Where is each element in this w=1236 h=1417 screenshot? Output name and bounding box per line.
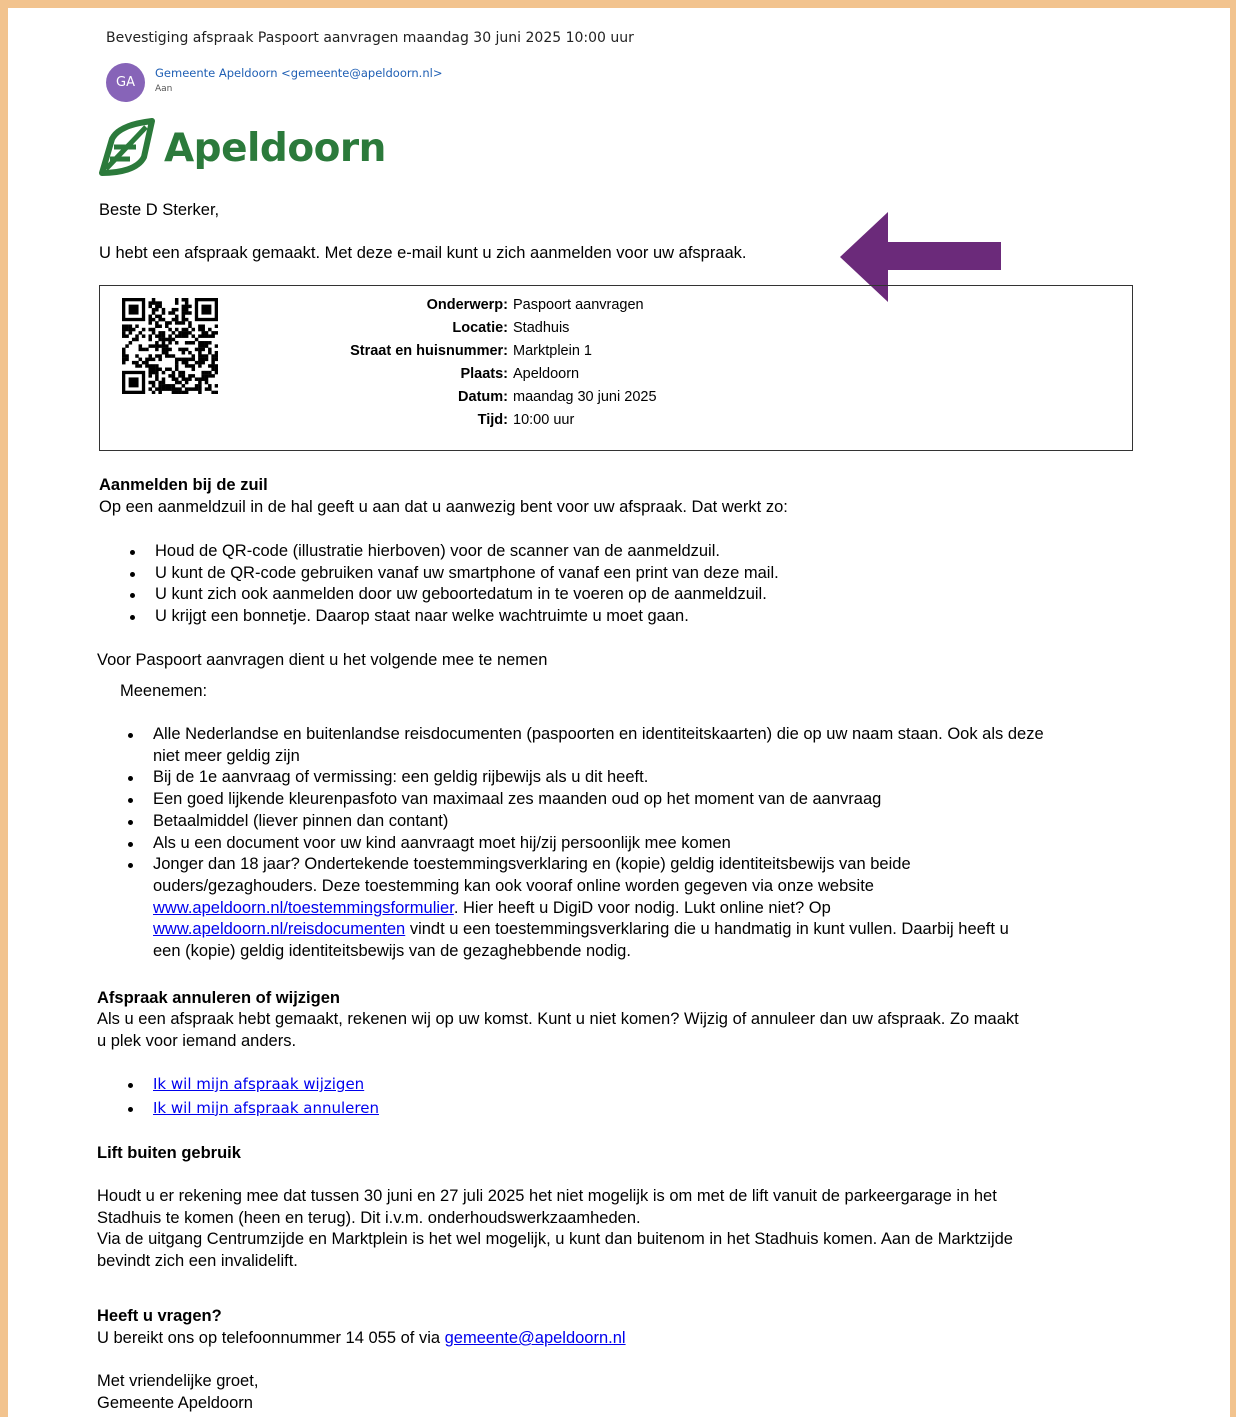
intro-text: U hebt een afspraak gemaakt. Met deze e-… (99, 244, 747, 262)
detail-label: Locatie: (452, 320, 508, 336)
item-text: vindt u een toestemmingsverklaring die u… (405, 920, 1009, 939)
lift-text-line2: Stadhuis te komen (heen en terug). Dit i… (97, 1209, 641, 1227)
cancel-text-line2: u plek voor iemand anders. (97, 1032, 297, 1050)
email-subject: Bevestiging afspraak Paspoort aanvragen … (106, 30, 634, 46)
bring-label: Meenemen: (120, 682, 208, 700)
travel-documents-link[interactable]: www.apeldoorn.nl/reisdocumenten (153, 920, 405, 938)
list-item: Als u een document voor uw kind aanvraag… (128, 833, 1153, 855)
list-item: U kunt zich ook aanmelden door uw geboor… (130, 584, 779, 606)
detail-value: Stadhuis (513, 320, 570, 336)
list-item: U kunt de QR-code gebruiken vanaf uw sma… (130, 563, 779, 585)
item-text: ouders/gezaghouders. Deze toestemming ka… (153, 876, 874, 895)
detail-label: Datum: (458, 389, 508, 405)
checkin-heading: Aanmelden bij de zuil (99, 476, 268, 494)
cancel-heading: Afspraak annuleren of wijzigen (97, 989, 340, 1007)
bring-items: Alle Nederlandse en buitenlandse reisdoc… (128, 724, 1153, 963)
item-text: een (kopie) geldig identiteitsbewijs van… (153, 942, 631, 961)
lift-text-line1: Houdt u er rekening mee dat tussen 30 ju… (97, 1187, 997, 1205)
contact-email-link[interactable]: gemeente@apeldoorn.nl (445, 1329, 626, 1347)
item-text: . Hier heeft u DigiD voor nodig. Lukt on… (453, 898, 831, 917)
list-item: Alle Nederlandse en buitenlandse reisdoc… (128, 724, 1153, 767)
detail-label: Tijd: (477, 412, 508, 428)
change-appointment-link[interactable]: Ik wil mijn afspraak wijzigen (153, 1075, 364, 1093)
list-item: U krijgt een bonnetje. Daarop staat naar… (130, 606, 779, 628)
list-item: Bij de 1e aanvraag of vermissing: een ge… (128, 767, 1153, 789)
list-item: Ik wil mijn afspraak annuleren (128, 1098, 379, 1120)
list-item: Jonger dan 18 jaar? Ondertekende toestem… (128, 854, 1153, 963)
consent-form-link[interactable]: www.apeldoorn.nl/toestemmingsformulier (153, 899, 454, 917)
detail-label: Straat en huisnummer: (350, 343, 508, 359)
list-item: Een goed lijkende kleurenpasfoto van max… (128, 789, 1153, 811)
logo-wordmark: Apeldoorn (164, 125, 386, 171)
questions-label: U bereikt ons op telefoonnummer 14 055 o… (97, 1329, 445, 1347)
questions-text: U bereikt ons op telefoonnummer 14 055 o… (97, 1328, 626, 1350)
appointment-box: Onderwerp: Paspoort aanvragen Locatie: S… (99, 285, 1133, 451)
cancel-text-line1: Als u een afspraak hebt gemaakt, rekenen… (97, 1010, 1019, 1028)
cancel-appointment-link[interactable]: Ik wil mijn afspraak annuleren (153, 1099, 379, 1117)
lift-text-line4: bevindt zich een invalidelift. (97, 1252, 298, 1270)
recipient-label[interactable]: Aan (155, 84, 172, 94)
closing-line1: Met vriendelijke groet, (97, 1372, 259, 1390)
detail-value: maandag 30 juni 2025 (513, 389, 657, 405)
checkin-steps: Houd de QR-code (illustratie hierboven) … (130, 541, 779, 628)
detail-label: Onderwerp: (426, 297, 508, 313)
detail-value: 10:00 uur (513, 412, 575, 428)
list-item: Houd de QR-code (illustratie hierboven) … (130, 541, 779, 563)
apeldoorn-logo: Apeldoorn (96, 116, 386, 180)
item-text: Alle Nederlandse en buitenlandse reisdoc… (153, 725, 1044, 743)
sender-address[interactable]: Gemeente Apeldoorn <gemeente@apeldoorn.n… (155, 66, 442, 80)
item-text: Jonger dan 18 jaar? Ondertekende toestem… (153, 855, 911, 874)
qr-code-icon (122, 298, 218, 394)
cancel-links: Ik wil mijn afspraak wijzigen Ik wil mij… (128, 1074, 379, 1120)
detail-value: Paspoort aanvragen (513, 297, 644, 313)
lift-text-line3: Via de uitgang Centrumzijde en Marktplei… (97, 1230, 1013, 1248)
greeting: Beste D Sterker, (99, 201, 220, 219)
lift-heading: Lift buiten gebruik (97, 1144, 241, 1162)
leaf-logo-icon (99, 118, 155, 176)
sender-avatar[interactable]: GA (106, 63, 145, 102)
list-item: Ik wil mijn afspraak wijzigen (128, 1074, 379, 1096)
detail-label: Plaats: (460, 366, 508, 382)
email-body: Bevestiging afspraak Paspoort aanvragen … (8, 8, 1230, 1417)
item-text: niet meer geldig zijn (153, 746, 300, 765)
questions-heading: Heeft u vragen? (97, 1307, 222, 1325)
bring-intro: Voor Paspoort aanvragen dient u het volg… (97, 651, 548, 669)
detail-value: Marktplein 1 (513, 343, 592, 359)
checkin-text: Op een aanmeldzuil in de hal geeft u aan… (99, 498, 788, 516)
detail-value: Apeldoorn (513, 366, 580, 382)
closing-line2: Gemeente Apeldoorn (97, 1394, 253, 1412)
list-item: Betaalmiddel (liever pinnen dan contant) (128, 811, 1153, 833)
